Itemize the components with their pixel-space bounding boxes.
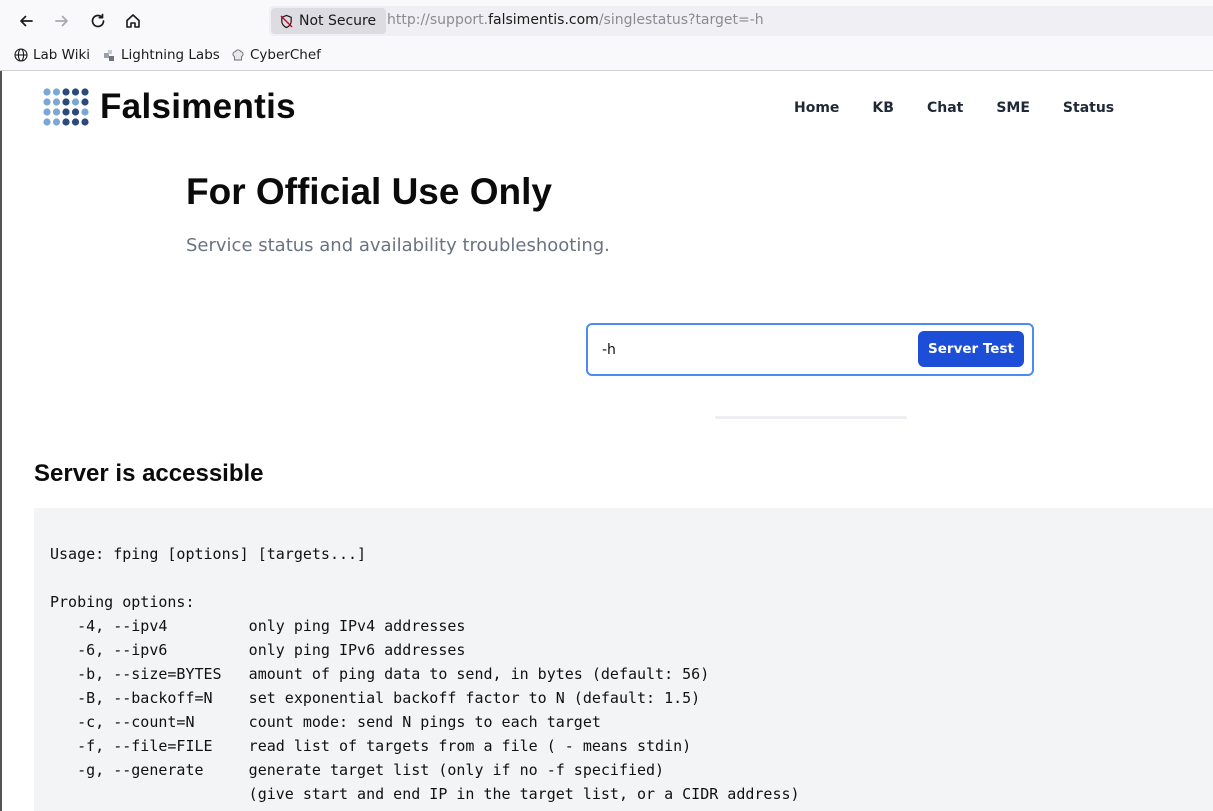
brand-name: Falsimentis xyxy=(100,87,296,126)
logo-dot xyxy=(52,98,61,106)
security-indicator[interactable]: Not Secure xyxy=(271,8,387,34)
logo-dot xyxy=(81,88,89,96)
bookmark-label: CyberChef xyxy=(250,47,321,63)
back-button[interactable] xyxy=(13,8,39,34)
nav-home[interactable]: Home xyxy=(794,100,839,116)
chef-hat-icon xyxy=(232,49,244,61)
lightning-labs-icon xyxy=(104,50,114,61)
logo-dot xyxy=(62,118,70,126)
falsimentis-logo-icon xyxy=(43,88,89,126)
home-button[interactable] xyxy=(120,8,146,34)
forward-button[interactable] xyxy=(49,8,75,34)
site-logo[interactable]: Falsimentis xyxy=(42,87,296,127)
logo-dot xyxy=(71,88,80,96)
command-output: Usage: fping [options] [targets...] Prob… xyxy=(34,508,1213,811)
server-test-button[interactable]: Server Test xyxy=(918,331,1024,367)
target-input[interactable] xyxy=(602,339,892,361)
globe-icon xyxy=(14,48,28,62)
reload-icon xyxy=(91,13,105,28)
bookmark-lightning-labs[interactable]: Lightning Labs xyxy=(102,47,220,63)
logo-dot xyxy=(81,118,89,126)
logo-dot xyxy=(43,108,51,116)
result-title: Server is accessible xyxy=(34,460,264,487)
logo-dot xyxy=(52,108,61,116)
url-bar[interactable]: Not Secure http://support.falsimentis.co… xyxy=(269,6,1213,36)
logo-dot xyxy=(62,108,70,116)
target-search-box: Server Test xyxy=(586,323,1034,376)
logo-dot xyxy=(81,108,89,116)
logo-dot xyxy=(71,98,80,106)
page-title: For Official Use Only xyxy=(186,171,552,212)
nav-sme[interactable]: SME xyxy=(996,100,1030,116)
logo-dot xyxy=(52,88,61,96)
logo-dot xyxy=(43,118,51,126)
logo-dot xyxy=(81,98,89,106)
security-label: Not Secure xyxy=(299,13,377,29)
bookmarks-bar: Lab Wiki Lightning Labs CyberChef xyxy=(0,42,1213,71)
logo-dot xyxy=(71,118,80,126)
url-prefix: http://support. xyxy=(387,12,489,28)
url-host: falsimentis.com xyxy=(488,12,599,28)
logo-dot xyxy=(62,98,70,106)
nav-kb[interactable]: KB xyxy=(872,100,894,116)
logo-dot xyxy=(52,118,61,126)
reload-button[interactable] xyxy=(85,8,111,34)
logo-dot xyxy=(43,88,51,96)
home-icon xyxy=(126,14,140,28)
url-text[interactable]: http://support.falsimentis.com/singlesta… xyxy=(387,12,764,28)
logo-dot xyxy=(43,98,51,106)
browser-toolbar: Not Secure http://support.falsimentis.co… xyxy=(0,0,1213,42)
logo-dot xyxy=(71,108,80,116)
url-path: /singlestatus?target=-h xyxy=(598,12,764,28)
logo-dot xyxy=(62,88,70,96)
bookmark-cyberchef[interactable]: CyberChef xyxy=(231,47,321,63)
arrow-left-icon xyxy=(20,15,33,27)
page-content: Falsimentis Home KB Chat SME Status For … xyxy=(0,71,1213,811)
nav-chat[interactable]: Chat xyxy=(927,100,963,116)
bookmark-label: Lab Wiki xyxy=(33,47,91,63)
nav-status[interactable]: Status xyxy=(1063,100,1114,116)
bookmark-lab-wiki[interactable]: Lab Wiki xyxy=(14,47,90,63)
divider xyxy=(715,416,907,419)
shield-slash-icon xyxy=(280,14,293,28)
site-nav: Home KB Chat SME Status xyxy=(794,100,1147,116)
page-subtitle: Service status and availability troubles… xyxy=(186,235,610,256)
arrow-right-icon xyxy=(55,15,68,27)
bookmark-label: Lightning Labs xyxy=(121,47,220,63)
command-output-text: Usage: fping [options] [targets...] Prob… xyxy=(50,545,800,803)
